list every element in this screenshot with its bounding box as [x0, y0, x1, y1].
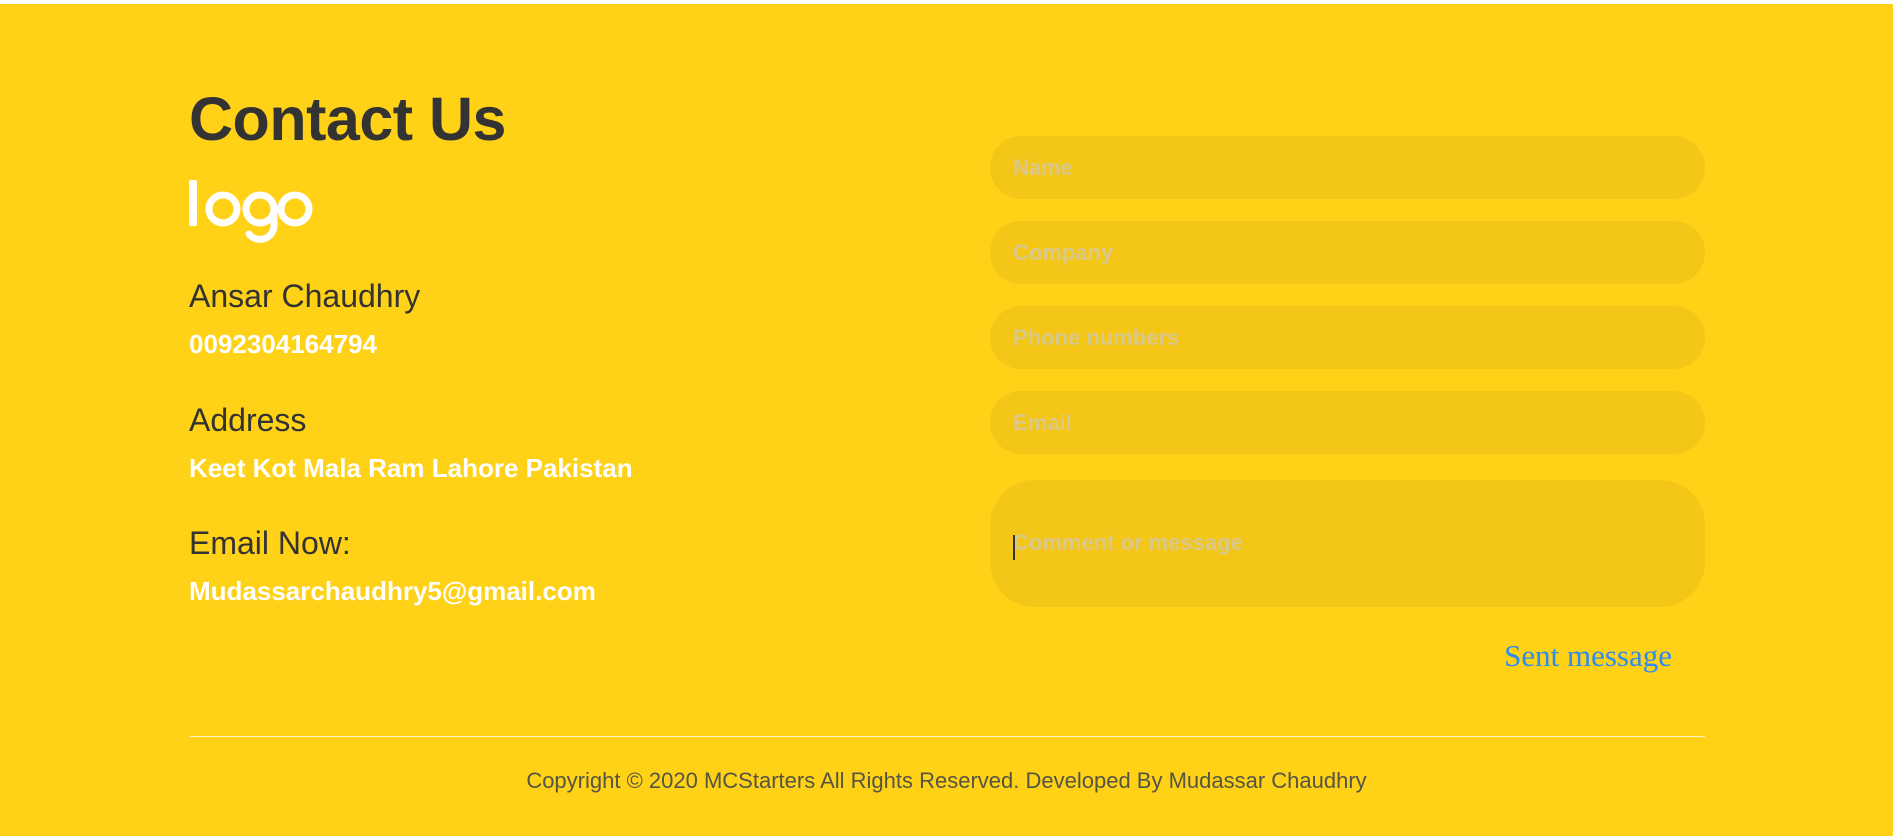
phone-input[interactable]	[990, 306, 1705, 369]
contact-section: Contact Us Ansar Chaudhry 0092304164794 …	[0, 4, 1893, 836]
message-textarea[interactable]	[990, 480, 1705, 607]
name-input[interactable]	[990, 136, 1705, 199]
address-label: Address	[189, 402, 307, 438]
email-input[interactable]	[990, 391, 1705, 454]
page-title: Contact Us	[189, 85, 506, 153]
footer-divider	[189, 736, 1705, 737]
contact-name: Ansar Chaudhry	[189, 278, 421, 314]
company-input[interactable]	[990, 221, 1705, 284]
email-link[interactable]: Mudassarchaudhry5@gmail.com	[189, 575, 596, 607]
send-message-button[interactable]: Sent message	[1490, 632, 1690, 680]
address-value: Keet Kot Mala Ram Lahore Pakistan	[189, 453, 633, 483]
copyright-text: Copyright © 2020 MCStarters All Rights R…	[526, 768, 1367, 793]
email-label: Email Now:	[189, 525, 351, 561]
text-cursor	[1013, 535, 1015, 560]
logo-image	[189, 180, 313, 243]
phone-number: 0092304164794	[189, 329, 377, 359]
